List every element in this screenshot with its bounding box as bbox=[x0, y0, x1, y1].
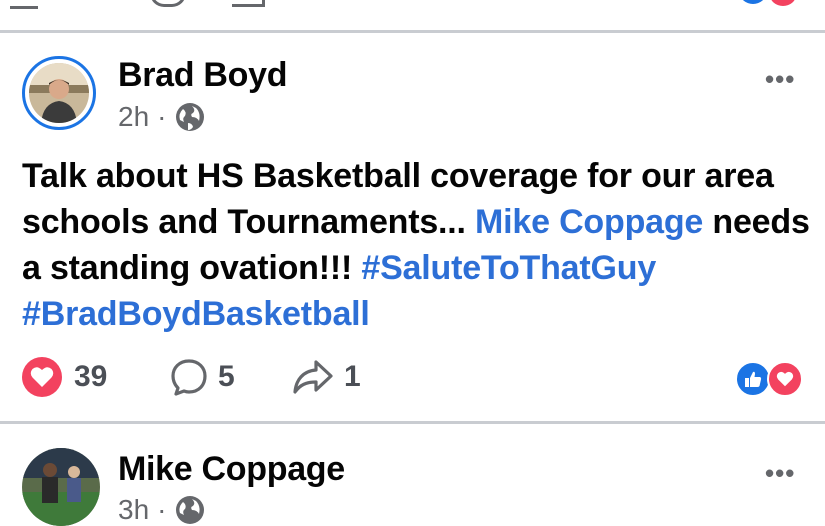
post-author-name[interactable]: Brad Boyd bbox=[118, 56, 288, 95]
previous-share-icon[interactable] bbox=[232, 0, 265, 7]
shares-count: 1 bbox=[344, 360, 361, 393]
share-button[interactable]: 1 bbox=[292, 355, 361, 399]
post-text-link[interactable]: #SaluteToThatGuy bbox=[361, 249, 656, 287]
previous-like-reaction-icon bbox=[740, 0, 766, 4]
share-icon bbox=[292, 358, 334, 396]
next-meta-separator: · bbox=[157, 494, 167, 525]
next-post-avatar[interactable] bbox=[22, 448, 100, 526]
avatar[interactable] bbox=[22, 56, 96, 130]
like-reaction-icon bbox=[735, 361, 771, 397]
reactions-button[interactable]: 39 bbox=[22, 355, 107, 399]
reaction-summary[interactable] bbox=[735, 361, 807, 397]
previous-like-icon[interactable] bbox=[10, 0, 38, 9]
comment-icon bbox=[170, 358, 208, 396]
next-post-author-name[interactable]: Mike Coppage bbox=[118, 450, 345, 489]
next-post-timestamp[interactable]: 3h bbox=[118, 494, 149, 526]
reactions-count: 39 bbox=[74, 360, 108, 393]
previous-comment-icon[interactable] bbox=[150, 0, 186, 7]
next-globe-icon bbox=[174, 494, 206, 526]
post-divider-top bbox=[0, 30, 825, 33]
post-meta: 2h · bbox=[118, 101, 206, 133]
love-reaction-summary-icon bbox=[767, 361, 803, 397]
love-reaction-icon bbox=[22, 357, 62, 397]
more-options-button[interactable]: ••• bbox=[765, 64, 795, 95]
previous-post-actions bbox=[0, 0, 825, 30]
avatar-photo bbox=[29, 63, 89, 123]
next-post-more-options-button[interactable]: ••• bbox=[765, 458, 795, 489]
previous-love-reaction-icon bbox=[768, 0, 798, 8]
globe-icon bbox=[174, 101, 206, 133]
comment-button[interactable]: 5 bbox=[170, 355, 235, 399]
post-text-link[interactable]: Mike Coppage bbox=[475, 203, 703, 241]
meta-separator: · bbox=[157, 101, 167, 132]
post-timestamp[interactable]: 2h bbox=[118, 101, 149, 133]
post-body: Talk about HS Basketball coverage for ou… bbox=[22, 153, 812, 337]
next-post-meta: 3h · bbox=[118, 494, 206, 526]
comments-count: 5 bbox=[218, 360, 235, 393]
post-text-link[interactable]: #BradBoydBasketball bbox=[22, 295, 370, 333]
post-divider-bottom bbox=[0, 421, 825, 424]
